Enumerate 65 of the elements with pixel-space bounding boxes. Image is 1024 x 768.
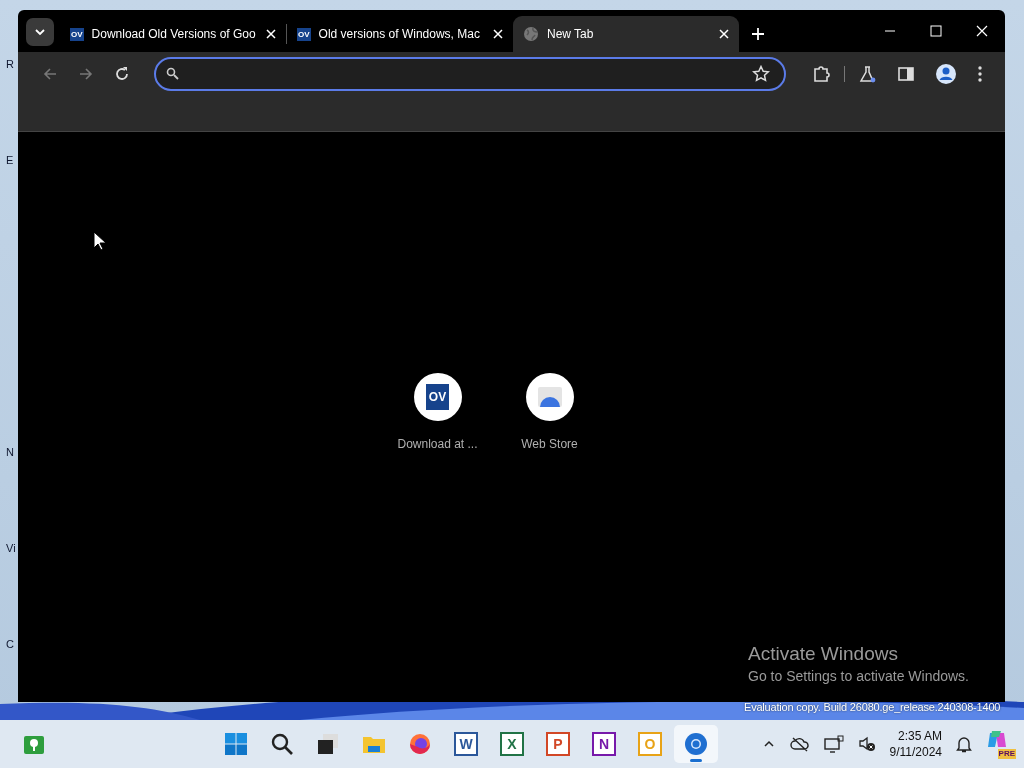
cloud-off-icon[interactable] — [789, 736, 810, 752]
activation-message: Go to Settings to activate Windows. — [748, 668, 969, 684]
speaker-muted-icon[interactable] — [857, 735, 876, 753]
search-icon — [166, 67, 179, 80]
close-icon[interactable] — [719, 29, 729, 39]
tab-title: Download Old Versions of Goo — [91, 27, 257, 41]
document-icon: X — [500, 732, 524, 756]
mouse-pointer-icon — [93, 231, 107, 251]
taskbar-app[interactable]: X — [490, 725, 534, 763]
close-icon[interactable] — [266, 29, 276, 39]
desktop-icon-label[interactable]: C — [6, 638, 18, 650]
tab-title: Old versions of Windows, Mac — [318, 27, 481, 41]
taskbar-app[interactable]: W — [444, 725, 488, 763]
flask-icon[interactable] — [859, 64, 877, 83]
more-menu-icon[interactable] — [977, 64, 983, 83]
desktop-icon-label[interactable]: R — [6, 58, 18, 70]
browser-tab[interactable]: OV Download Old Versions of Goo — [60, 16, 286, 52]
site-favicon: OV — [70, 27, 84, 41]
puzzle-piece-icon[interactable] — [812, 64, 830, 83]
browser-icon — [684, 732, 708, 756]
tab-search-button[interactable] — [26, 18, 54, 46]
site-logo: OV — [425, 384, 450, 410]
document-icon: W — [454, 732, 478, 756]
reload-icon[interactable] — [114, 65, 130, 82]
desktop-icon-label[interactable]: N — [6, 446, 18, 458]
star-icon[interactable] — [752, 64, 770, 83]
browser-tab[interactable]: OV Old versions of Windows, Mac — [287, 16, 513, 52]
chevron-down-icon — [34, 26, 46, 38]
windows-logo-icon — [224, 732, 248, 756]
store-icon — [536, 386, 563, 408]
document-icon: N — [592, 732, 616, 756]
shortcut-tile[interactable]: OV — [413, 373, 462, 421]
search-icon — [270, 732, 294, 756]
profile-avatar-icon[interactable] — [935, 62, 957, 85]
task-view-icon — [316, 732, 340, 756]
monitor-icon[interactable] — [823, 735, 844, 753]
close-icon[interactable] — [493, 29, 503, 39]
tab-title: New Tab — [547, 27, 595, 41]
copilot-button[interactable]: PRE — [986, 729, 1016, 759]
shortcut-label[interactable]: Download at ... — [397, 437, 478, 451]
document-icon: P — [546, 732, 570, 756]
fox-globe-icon — [408, 732, 432, 756]
site-favicon: OV — [297, 27, 311, 41]
shortcut-tile[interactable] — [525, 373, 574, 421]
preview-badge: PRE — [997, 749, 1016, 759]
maximize-icon[interactable] — [930, 25, 942, 37]
bell-icon[interactable] — [956, 735, 972, 753]
close-icon[interactable] — [976, 25, 988, 37]
plus-icon[interactable] — [751, 27, 765, 41]
side-panel-icon[interactable] — [897, 64, 915, 83]
address-bar[interactable] — [154, 56, 786, 91]
shortcut-label[interactable]: Web Store — [521, 437, 578, 451]
back-arrow-icon[interactable] — [42, 65, 58, 82]
browser-tab[interactable]: New Tab — [513, 16, 739, 52]
desktop-icon-label[interactable]: E — [6, 154, 18, 166]
document-icon: O — [638, 732, 662, 756]
clock[interactable]: 2:35 AM 9/11/2024 — [889, 728, 942, 760]
taskbar-app[interactable]: N — [582, 725, 626, 763]
forward-arrow-icon[interactable] — [78, 65, 94, 82]
build-note: Evaluation copy. Build 26080.ge_release.240308-1400 — [744, 701, 1001, 713]
map-pin-icon — [22, 733, 46, 757]
desktop-icon-label[interactable]: Vi — [6, 542, 18, 554]
globe-icon — [523, 26, 539, 42]
taskbar-app[interactable]: P — [536, 725, 580, 763]
activation-title: Activate Windows — [748, 643, 899, 665]
